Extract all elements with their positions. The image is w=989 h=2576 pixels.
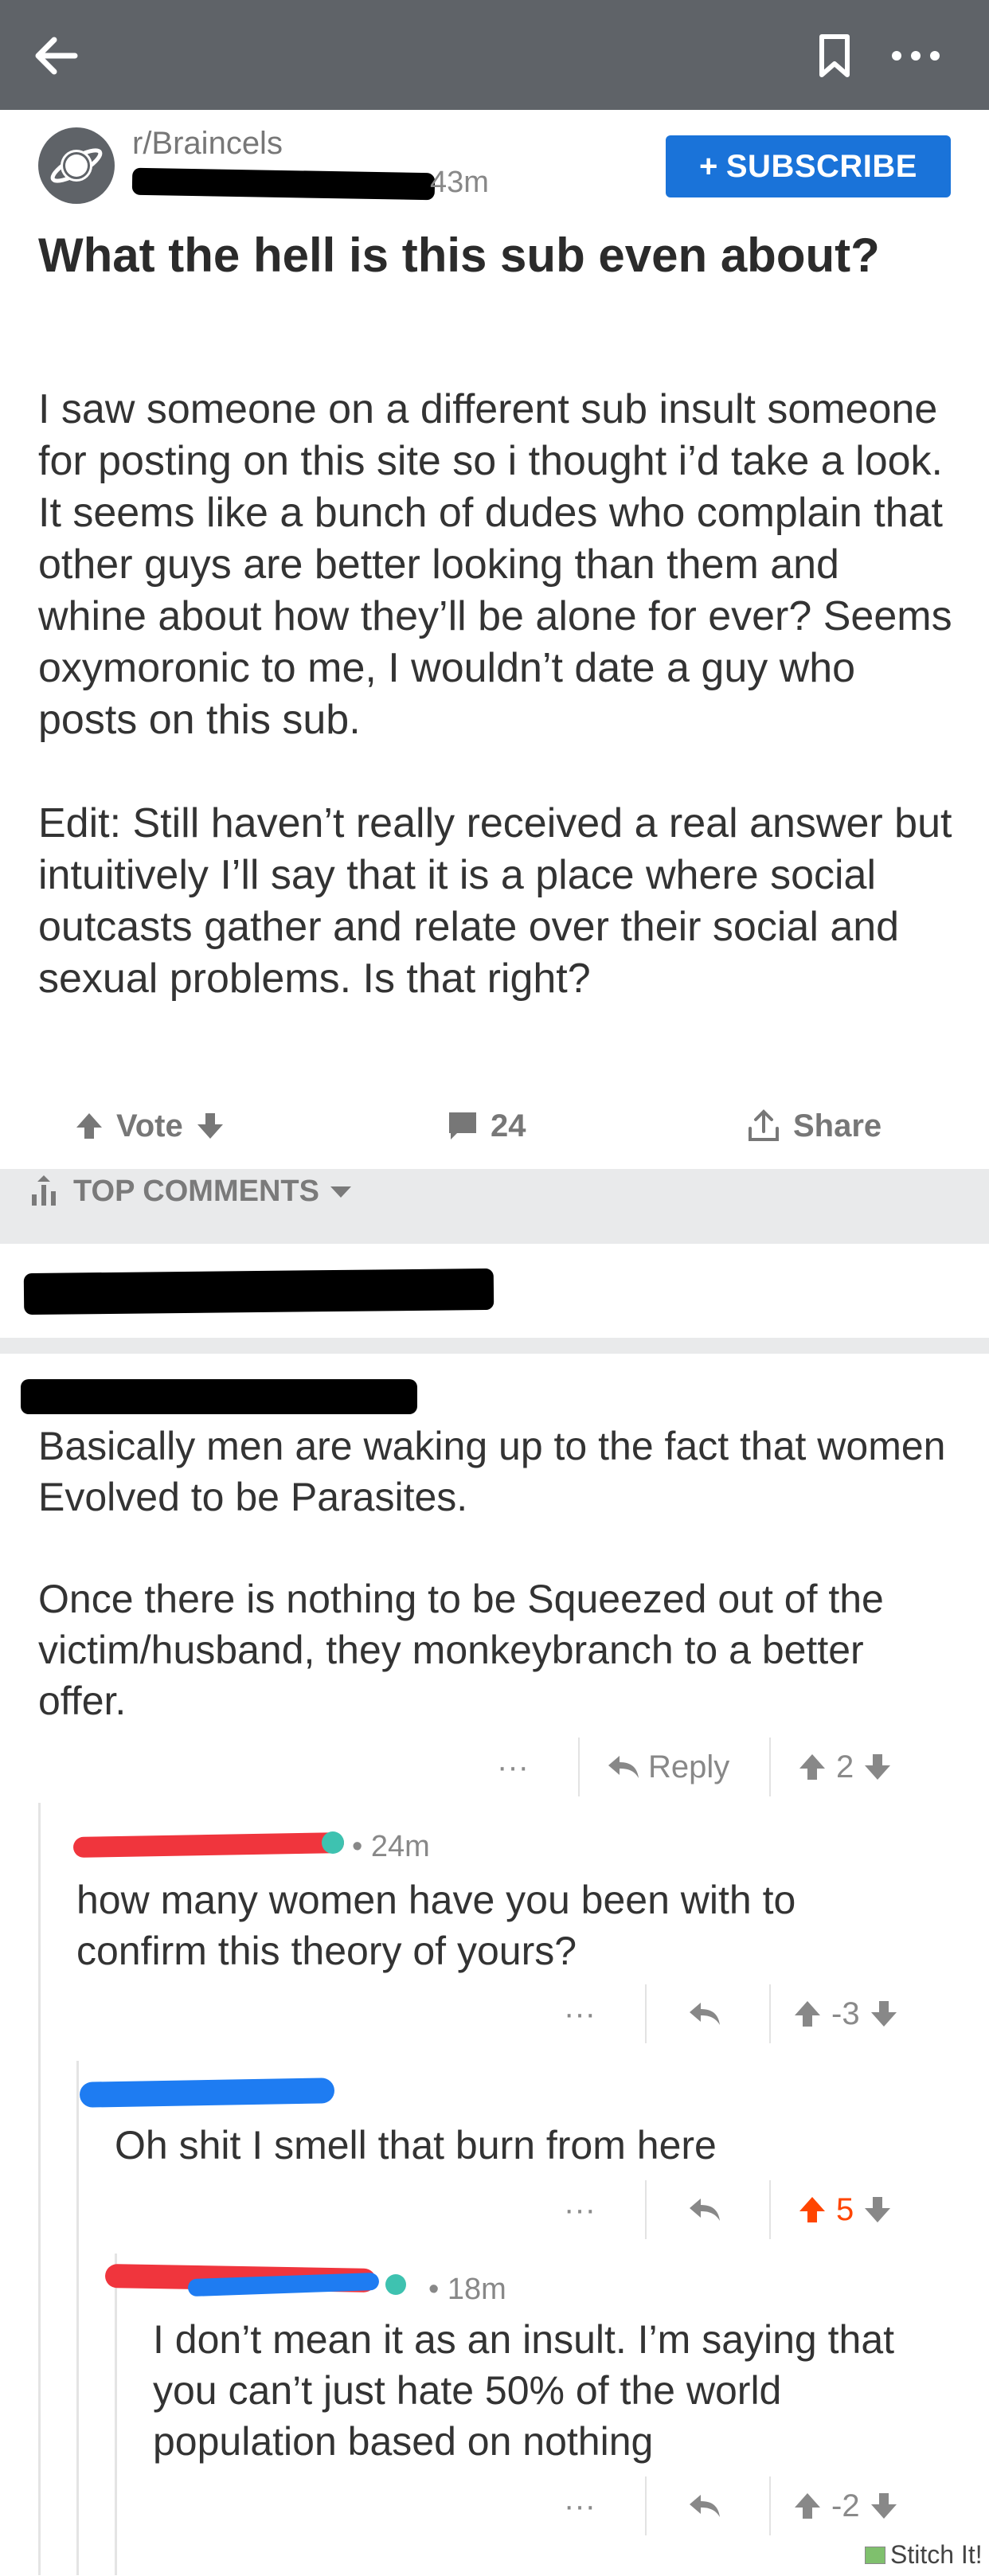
bookmark-icon[interactable]	[812, 32, 857, 80]
reply-arrow-icon	[690, 2495, 720, 2517]
comment-actions: ··· -2	[0, 2476, 989, 2535]
vote-control[interactable]: Vote	[73, 1099, 226, 1153]
share-icon	[749, 1109, 779, 1141]
reply-arrow-icon	[690, 2003, 720, 2025]
comment-count: 24	[491, 1108, 526, 1143]
watermark-label: Stitch It!	[890, 2540, 983, 2569]
redacted-username	[21, 1379, 417, 1414]
post-paragraph: I saw someone on a different sub insult …	[38, 386, 952, 743]
comment-paragraph: Basically men are waking up to the fact …	[38, 1424, 946, 1519]
upvote-icon[interactable]	[792, 2490, 823, 2522]
more-options-button[interactable]: ···	[564, 2182, 596, 2238]
reply-arrow-icon	[690, 2199, 720, 2221]
more-dots-icon: ···	[564, 1996, 596, 2031]
reply-button[interactable]: Reply	[605, 1739, 729, 1795]
comment-score: 5	[836, 2191, 854, 2227]
upvote-icon[interactable]	[73, 1110, 105, 1142]
comment-body: Oh shit I smell that burn from here	[115, 2123, 717, 2168]
divider	[769, 2476, 771, 2535]
subscribe-label: SUBSCRIBE	[725, 148, 917, 184]
post-title: What the hell is this sub even about?	[38, 229, 880, 282]
share-label: Share	[793, 1108, 882, 1143]
sort-selector[interactable]: TOP COMMENTS	[29, 1174, 353, 1209]
stitch-logo-icon	[865, 2546, 885, 2564]
chevron-down-icon	[330, 1186, 351, 1198]
post-paragraph: Edit: Still haven’t really received a re…	[38, 800, 952, 1002]
planet-icon	[50, 148, 103, 183]
vote-control[interactable]: 2	[796, 1739, 893, 1795]
app-bar	[0, 0, 989, 110]
more-dots-icon[interactable]	[884, 32, 948, 80]
downvote-icon[interactable]	[862, 1751, 893, 1783]
downvote-icon[interactable]	[868, 1998, 900, 2030]
divider	[645, 2476, 647, 2535]
comment-actions: ··· 5	[0, 2180, 989, 2239]
redacted-username	[79, 2078, 335, 2108]
divider	[769, 2180, 771, 2239]
comment-body: I don’t mean it as an insult. I’m saying…	[153, 2317, 895, 2464]
comment-score: 2	[836, 1749, 854, 1784]
comment-body: Basically men are waking up to the fact …	[38, 1421, 946, 1726]
vote-label: Vote	[116, 1108, 183, 1143]
redacted-comment	[23, 1268, 494, 1315]
plus-icon: +	[699, 148, 718, 184]
more-dots-icon: ···	[564, 2191, 596, 2227]
divider	[769, 1984, 771, 2043]
redacted-flair	[385, 2274, 406, 2295]
sort-bars-icon	[32, 1175, 56, 1206]
comment-actions: ··· Reply 2	[0, 1738, 989, 1796]
downvote-icon[interactable]	[868, 2490, 900, 2522]
divider	[578, 1738, 580, 1796]
redacted-username	[131, 167, 436, 201]
more-dots-icon: ···	[497, 1749, 529, 1784]
subreddit-avatar[interactable]	[38, 127, 115, 204]
upvote-icon[interactable]	[796, 1751, 828, 1783]
comment-score: -2	[831, 2488, 860, 2523]
comment-age: • 24m	[352, 1830, 430, 1863]
divider	[645, 2180, 647, 2239]
more-options-button[interactable]: ···	[497, 1739, 529, 1795]
subreddit-name[interactable]: r/Braincels	[132, 126, 283, 162]
post-actions: Vote 24 Share	[0, 1099, 989, 1153]
more-options-button[interactable]: ···	[564, 2478, 596, 2534]
reply-button[interactable]	[686, 2182, 721, 2238]
more-dots-icon: ···	[564, 2488, 596, 2523]
subscribe-button[interactable]: + SUBSCRIBE	[666, 135, 951, 197]
divider	[769, 1738, 771, 1796]
comment-separator	[0, 1338, 989, 1354]
more-options-button[interactable]: ···	[564, 1986, 596, 2042]
share-button[interactable]: Share	[745, 1099, 882, 1153]
redacted-flair	[322, 1831, 344, 1854]
comment-paragraph: Once there is nothing to be Squeezed out…	[38, 1577, 884, 1723]
post-age: 43m	[430, 166, 489, 199]
divider	[645, 1984, 647, 2043]
upvote-icon[interactable]	[792, 1998, 823, 2030]
comment-score: -3	[831, 1996, 860, 2031]
back-arrow-icon[interactable]	[30, 30, 81, 81]
watermark: Stitch It!	[865, 2540, 983, 2570]
reply-arrow-icon	[608, 1756, 639, 1778]
reply-label: Reply	[648, 1749, 730, 1784]
downvote-icon[interactable]	[194, 1110, 226, 1142]
upvote-active-icon[interactable]	[796, 2194, 828, 2226]
comment-age: • 18m	[428, 2273, 506, 2306]
post-body: I saw someone on a different sub insult …	[38, 384, 954, 1057]
comment-actions: ··· -3	[0, 1984, 989, 2043]
vote-control[interactable]: 5	[796, 2182, 893, 2238]
comment-body: how many women have you been with to con…	[76, 1878, 796, 1973]
redacted-username	[72, 1832, 345, 1858]
sort-label: TOP COMMENTS	[73, 1174, 319, 1208]
reply-button[interactable]	[686, 2478, 721, 2534]
reply-button[interactable]	[686, 1986, 721, 2042]
comment-bubble-icon	[449, 1112, 476, 1139]
vote-control[interactable]: -2	[792, 2478, 900, 2534]
comments-button[interactable]: 24	[446, 1099, 526, 1153]
downvote-icon[interactable]	[862, 2194, 893, 2226]
vote-control[interactable]: -3	[792, 1986, 900, 2042]
